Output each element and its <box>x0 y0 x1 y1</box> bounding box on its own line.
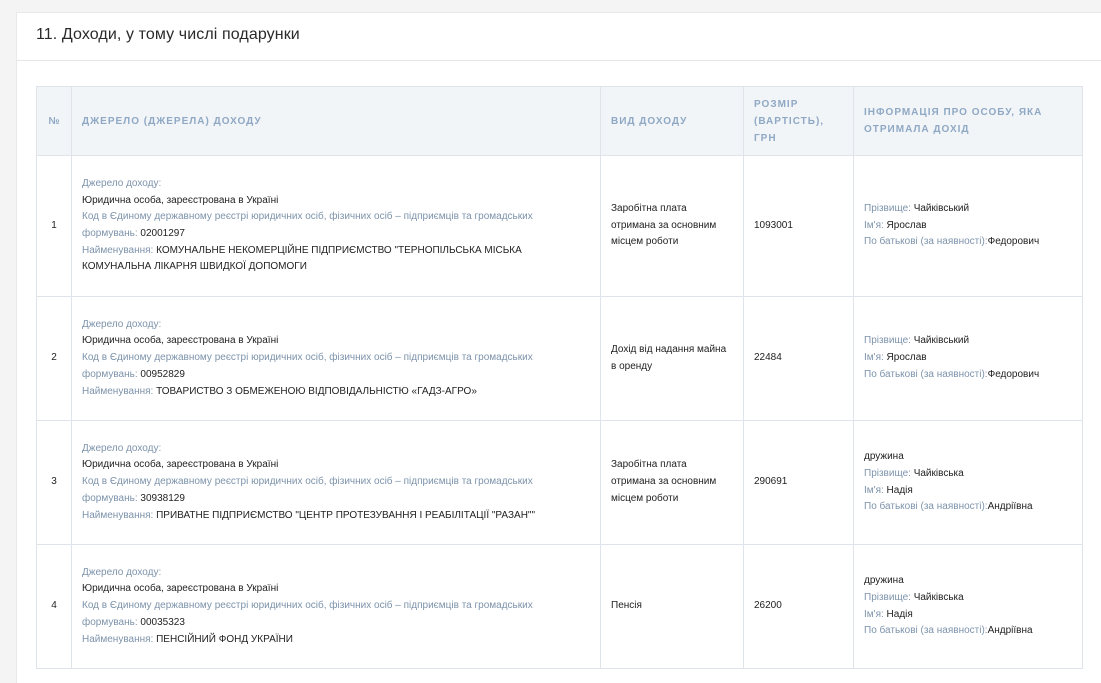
code-label: Код в Єдиному державному реєстрі юридичн… <box>82 600 533 612</box>
recipient-relation: дружина <box>864 575 904 587</box>
income-source-cell: Джерело доходу: Юридична особа, зареєстр… <box>71 155 601 297</box>
organization-name: ПРИВАТНЕ ПІДПРИЄМСТВО "ЦЕНТР ПРОТЕЗУВАНН… <box>156 509 536 521</box>
income-source-cell: Джерело доходу: Юридична особа, зареєстр… <box>71 544 601 669</box>
code-label: Код в Єдиному державному реєстрі юридичн… <box>82 476 533 488</box>
first-name-label: Ім'я: <box>864 484 884 496</box>
registry-code: 30938129 <box>140 492 185 504</box>
organization-name: ТОВАРИСТВО З ОБМЕЖЕНОЮ ВІДПОВІДАЛЬНІСТЮ … <box>156 385 477 397</box>
recipient-patronymic: Андріївна <box>987 501 1033 513</box>
entity-type: Юридична особа, зареєстрована в Україні <box>82 459 279 471</box>
income-type: Пенсія <box>600 544 744 669</box>
recipient-surname: Чайківський <box>913 335 970 347</box>
income-amount: 1093001 <box>743 155 854 297</box>
recipient-info-cell: дружина Прізвище: Чайківська Ім'я: Надія… <box>853 544 1083 669</box>
registry-code: 02001297 <box>140 228 185 239</box>
table-row: 2 Джерело доходу: Юридична особа, зареєс… <box>36 296 1083 421</box>
patronymic-label: По батькові (за наявності): <box>864 625 988 637</box>
recipient-patronymic: Андріївна <box>987 625 1033 637</box>
surname-label: Прізвище: <box>864 202 911 214</box>
patronymic-label: По батькові (за наявності): <box>864 236 988 248</box>
code-label: Код в Єдиному державному реєстрі юридичн… <box>82 211 533 223</box>
table-row: 4 Джерело доходу: Юридична особа, зареєс… <box>36 544 1083 669</box>
section-divider <box>17 60 1101 61</box>
col-header-person: ІНФОРМАЦІЯ ПРО ОСОБУ, ЯКА ОТРИМАЛА ДОХІД <box>853 86 1083 156</box>
table-row: 1 Джерело доходу: Юридична особа, зареєс… <box>36 155 1083 297</box>
recipient-first-name: Надія <box>886 608 913 620</box>
recipient-info-cell: Прізвище: Чайківський Ім'я: Ярослав По б… <box>853 296 1083 421</box>
name-label: Найменування: <box>82 633 154 645</box>
table-header-row: № ДЖЕРЕЛО (ДЖЕРЕЛА) ДОХОДУ ВИД ДОХОДУ РО… <box>36 86 1083 156</box>
row-number: 1 <box>36 155 72 297</box>
income-section-panel: 11. Доходи, у тому числі подарунки № ДЖЕ… <box>16 12 1101 683</box>
income-amount: 26200 <box>743 544 854 669</box>
col-header-number: № <box>36 86 72 156</box>
income-type: Заробітна плата отримана за основним міс… <box>600 420 744 545</box>
source-heading: Джерело доходу: <box>82 177 162 189</box>
income-type: Дохід від надання майна в оренду <box>600 296 744 421</box>
organization-name: ПЕНСІЙНИЙ ФОНД УКРАЇНИ <box>156 633 293 645</box>
recipient-surname: Чайківська <box>913 467 964 479</box>
row-number: 3 <box>36 420 72 545</box>
code-label: Код в Єдиному державному реєстрі юридичн… <box>82 352 533 364</box>
income-source-cell: Джерело доходу: Юридична особа, зареєстр… <box>71 296 601 421</box>
income-table: № ДЖЕРЕЛО (ДЖЕРЕЛА) ДОХОДУ ВИД ДОХОДУ РО… <box>36 86 1083 669</box>
registry-code: 00952829 <box>140 368 185 380</box>
recipient-info-cell: дружина Прізвище: Чайківська Ім'я: Надія… <box>853 420 1083 545</box>
col-header-source: ДЖЕРЕЛО (ДЖЕРЕЛА) ДОХОДУ <box>71 86 601 156</box>
income-amount: 290691 <box>743 420 854 545</box>
col-header-amount: РОЗМІР (ВАРТІСТЬ), ГРН <box>743 86 854 156</box>
code-label-cont: формувань: <box>82 368 138 380</box>
recipient-first-name: Надія <box>886 484 913 496</box>
name-label: Найменування: <box>82 509 154 521</box>
recipient-patronymic: Федорович <box>987 368 1040 380</box>
source-heading: Джерело доходу: <box>82 566 162 578</box>
patronymic-label: По батькові (за наявності): <box>864 501 988 513</box>
table-row: 3 Джерело доходу: Юридична особа, зареєс… <box>36 420 1083 545</box>
row-number: 4 <box>36 544 72 669</box>
entity-type: Юридична особа, зареєстрована в Україні <box>82 194 279 206</box>
recipient-surname: Чайківська <box>913 591 964 603</box>
name-label: Найменування: <box>82 244 154 256</box>
surname-label: Прізвище: <box>864 335 911 347</box>
entity-type: Юридична особа, зареєстрована в Україні <box>82 335 279 347</box>
section-title: 11. Доходи, у тому числі подарунки <box>36 26 300 43</box>
income-source-cell: Джерело доходу: Юридична особа, зареєстр… <box>71 420 601 545</box>
name-label: Найменування: <box>82 385 154 397</box>
patronymic-label: По батькові (за наявності): <box>864 368 988 380</box>
code-label-cont: формувань: <box>82 616 138 628</box>
recipient-patronymic: Федорович <box>987 236 1040 248</box>
registry-code: 00035323 <box>140 616 185 628</box>
recipient-surname: Чайківський <box>913 202 970 214</box>
col-header-income-type: ВИД ДОХОДУ <box>600 86 744 156</box>
recipient-relation: дружина <box>864 451 904 463</box>
first-name-label: Ім'я: <box>864 219 884 231</box>
source-heading: Джерело доходу: <box>82 442 162 454</box>
row-number: 2 <box>36 296 72 421</box>
recipient-info-cell: Прізвище: Чайківський Ім'я: Ярослав По б… <box>853 155 1083 297</box>
first-name-label: Ім'я: <box>864 608 884 620</box>
income-amount: 22484 <box>743 296 854 421</box>
source-heading: Джерело доходу: <box>82 318 162 330</box>
income-type: Заробітна плата отримана за основним міс… <box>600 155 744 297</box>
code-label-cont: формувань: <box>82 228 138 239</box>
entity-type: Юридична особа, зареєстрована в Україні <box>82 583 279 595</box>
surname-label: Прізвище: <box>864 467 911 479</box>
recipient-first-name: Ярослав <box>886 352 927 364</box>
recipient-first-name: Ярослав <box>886 219 927 231</box>
surname-label: Прізвище: <box>864 591 911 603</box>
first-name-label: Ім'я: <box>864 352 884 364</box>
code-label-cont: формувань: <box>82 492 138 504</box>
